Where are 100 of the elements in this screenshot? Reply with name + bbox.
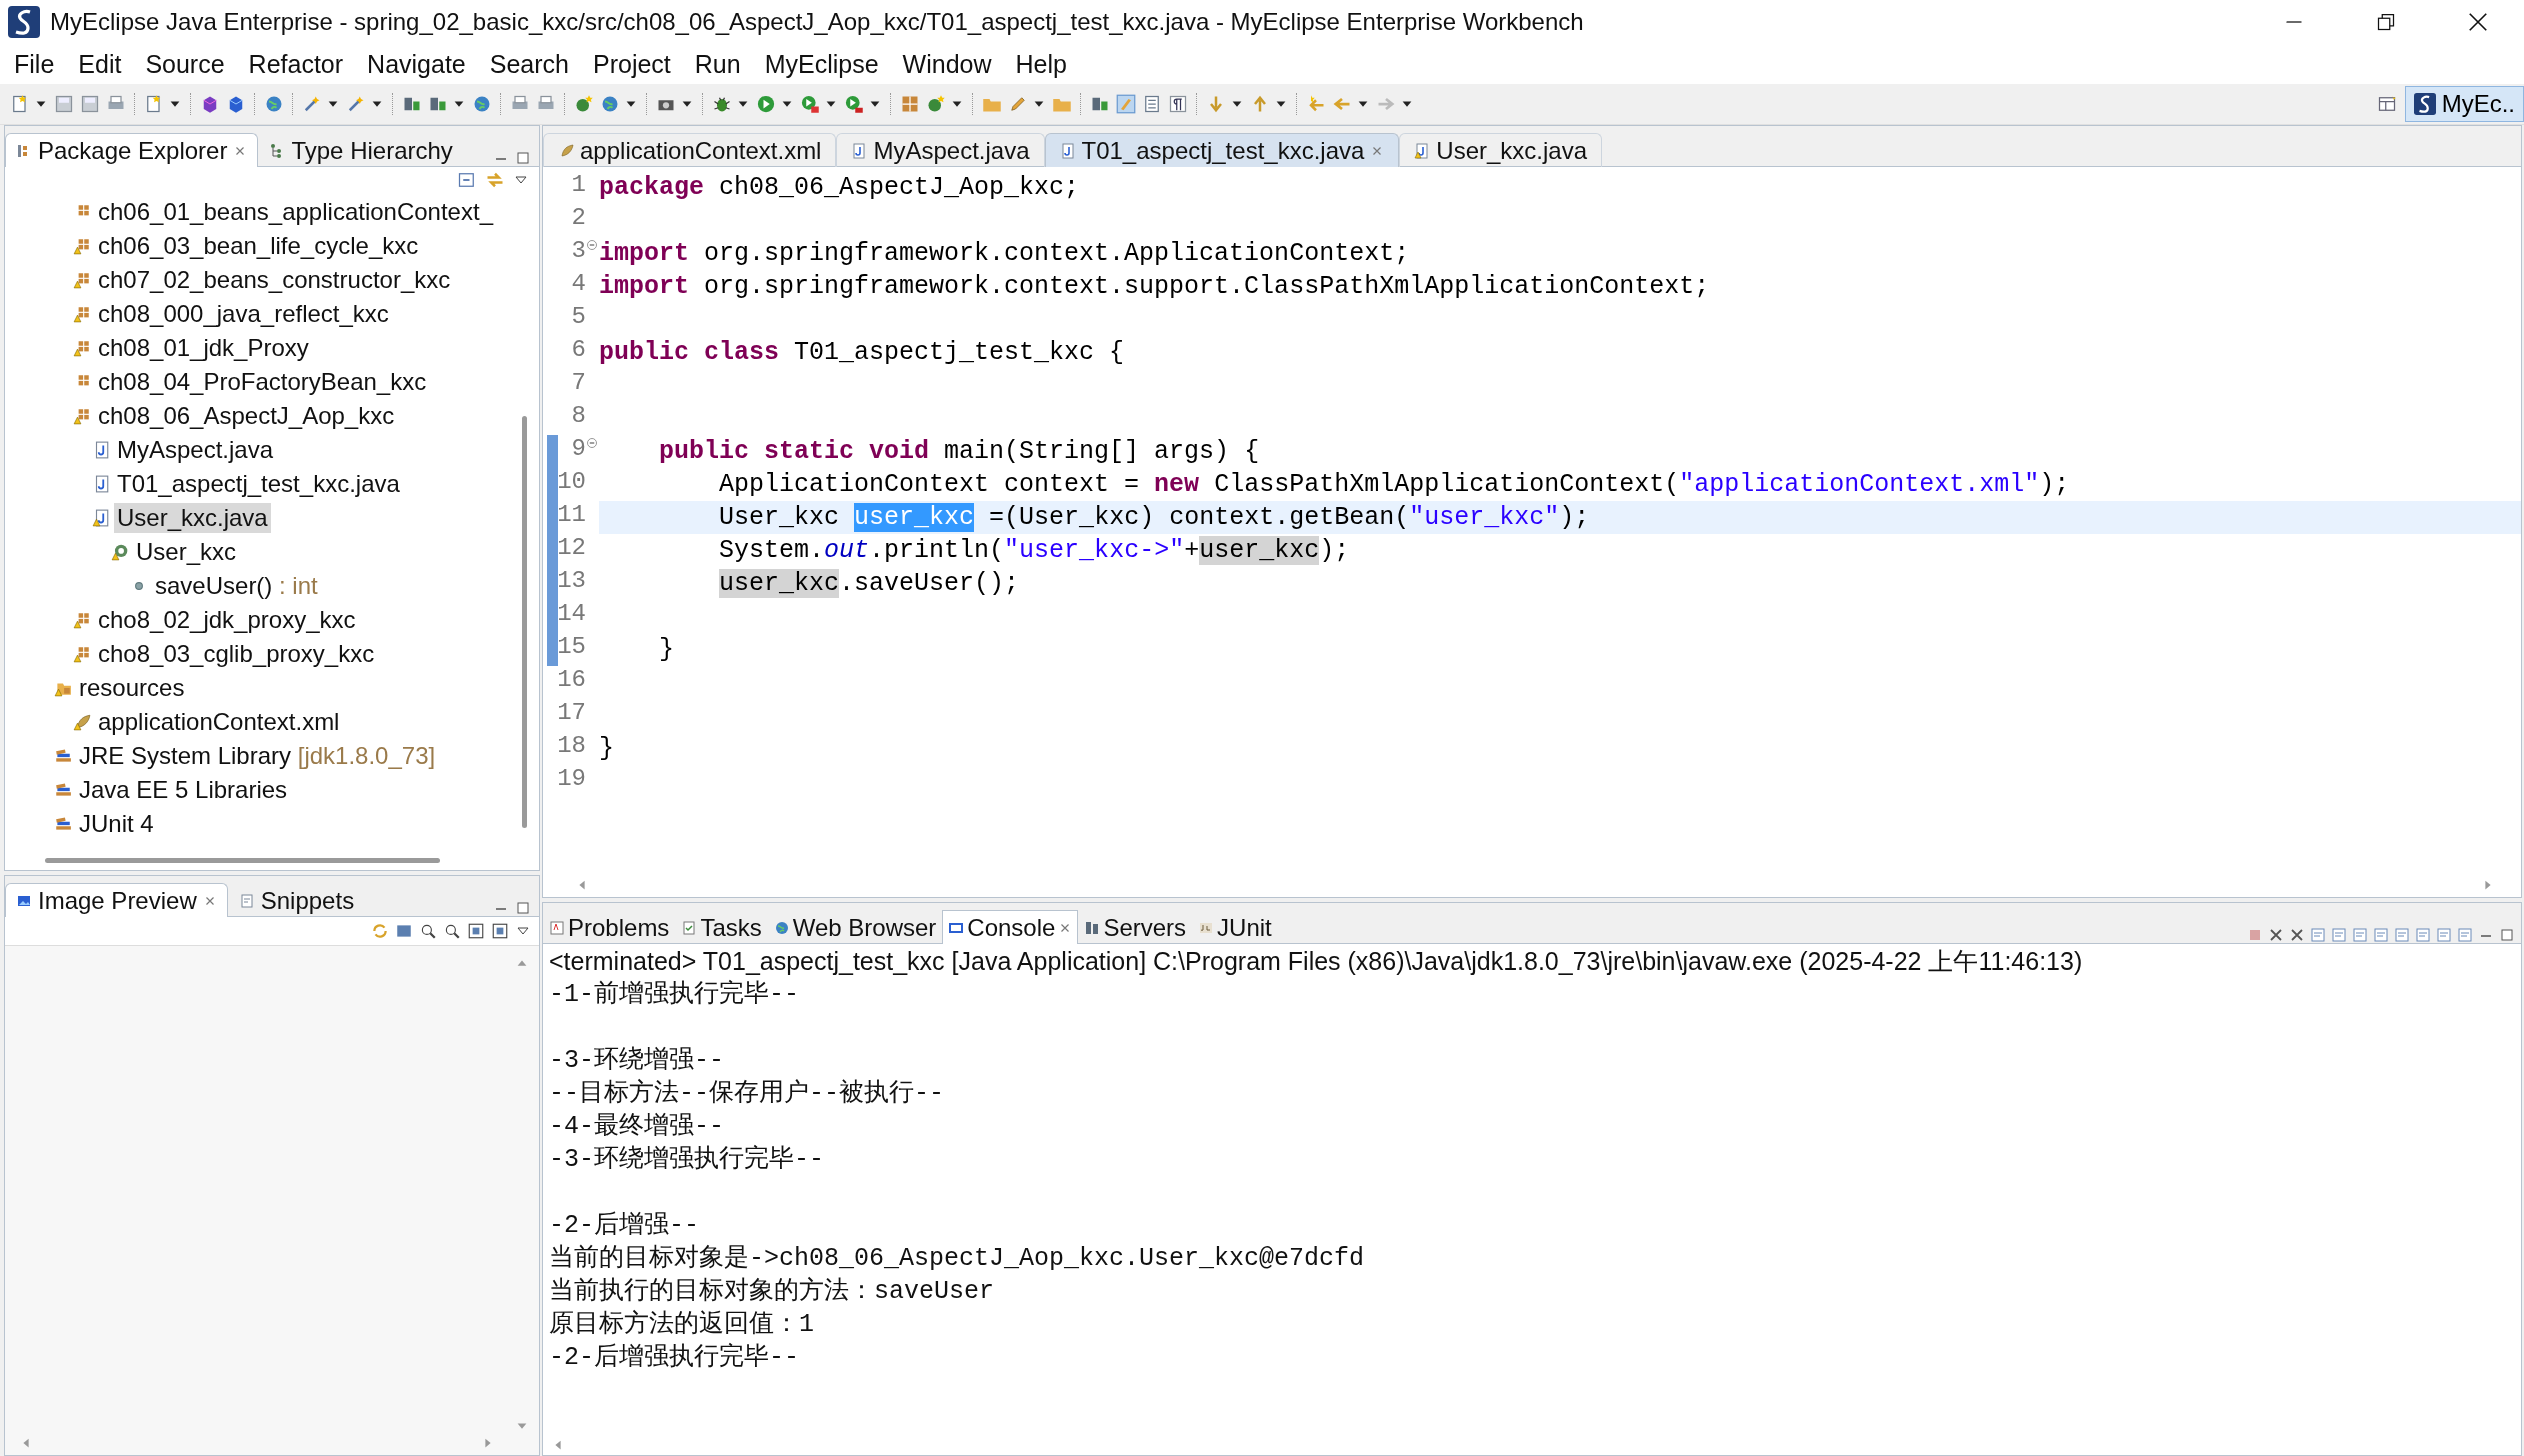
view-tab[interactable]: Type Hierarchy <box>258 133 464 167</box>
pilcrow-icon[interactable] <box>1168 94 1188 114</box>
code-line: user_kxc.saveUser(); <box>718 568 1021 600</box>
menu-item[interactable]: Refactor <box>236 49 356 79</box>
menu-item[interactable]: Navigate <box>355 49 478 79</box>
view-tab[interactable]: Console <box>942 910 1079 944</box>
menu-item[interactable]: Window <box>890 49 1004 79</box>
menu-item[interactable]: Search <box>477 49 581 79</box>
zoom-in-icon[interactable] <box>443 922 461 940</box>
tree-item[interactable]: User_kxc <box>133 537 240 567</box>
restore-icon[interactable] <box>2376 12 2396 32</box>
tree-item[interactable]: JUnit 4 <box>76 809 157 839</box>
menu-item[interactable]: File <box>2 49 67 79</box>
tree-item[interactable]: Java EE 5 Libraries <box>76 775 291 805</box>
globe-icon[interactable] <box>472 94 492 114</box>
tree-item[interactable]: applicationContext.xml <box>95 707 343 737</box>
menu-item[interactable]: Project <box>581 49 683 79</box>
view-tab[interactable]: Web Browser <box>767 910 943 944</box>
close-icon[interactable] <box>2467 11 2489 33</box>
tree-item[interactable]: cho8_02_jdk_proxy_kxc <box>95 605 359 635</box>
perspective-button[interactable]: MyEc.. <box>2404 86 2524 122</box>
code-line: package ch08_06_AspectJ_Aop_kxc; <box>599 172 1081 204</box>
external-tools-icon[interactable] <box>844 94 864 114</box>
link-icon[interactable] <box>485 170 505 190</box>
save-all-icon[interactable] <box>80 94 100 114</box>
editor-tab[interactable]: T01_aspectj_test_kxc.java <box>1044 133 1400 167</box>
menu-item[interactable]: Source <box>133 49 237 79</box>
tree-item[interactable]: JRE System Library [jdk1.8.0_73] <box>76 741 439 771</box>
tree-item[interactable]: cho8_03_cglib_proxy_kxc <box>95 639 378 669</box>
fold-icon[interactable] <box>586 239 598 251</box>
show-on-error-icon[interactable] <box>2394 927 2410 943</box>
line-number: 12 <box>556 534 586 563</box>
clear-console-icon[interactable] <box>2310 927 2326 943</box>
scroll-thumb[interactable] <box>522 416 527 828</box>
code-line: } <box>658 634 676 666</box>
run-icon[interactable] <box>756 94 776 114</box>
menu-item[interactable]: MyEclipse <box>752 49 891 79</box>
image-icon[interactable] <box>395 922 413 940</box>
refresh-icon[interactable] <box>371 922 389 940</box>
display-console-icon[interactable] <box>2436 927 2452 943</box>
menu-item[interactable]: Run <box>682 49 753 79</box>
pin-icon[interactable] <box>2415 927 2431 943</box>
collapse-all-icon[interactable] <box>457 170 477 190</box>
console-line: -3-环绕增强-- <box>549 1045 725 1077</box>
grid-icon[interactable] <box>900 94 920 114</box>
view-tab[interactable]: Snippets <box>227 883 366 917</box>
document-icon[interactable] <box>1142 94 1162 114</box>
menu-item[interactable]: Help <box>1003 49 1079 79</box>
maximize-view-icon[interactable] <box>2499 927 2515 943</box>
globe-icon[interactable] <box>600 94 620 114</box>
open-console-icon[interactable] <box>2457 927 2473 943</box>
console-line: --目标方法--保存用户--被执行-- <box>549 1078 946 1110</box>
new-class-icon[interactable] <box>926 94 946 114</box>
remove-launch-icon[interactable] <box>2268 927 2284 943</box>
fit-icon[interactable] <box>467 922 485 940</box>
console-line: -3-环绕增强执行完毕-- <box>549 1144 825 1176</box>
line-number: 7 <box>570 369 586 398</box>
tree-item[interactable]: resources <box>76 673 188 703</box>
tree-item[interactable]: T01_aspectj_test_kxc.java <box>114 469 403 499</box>
menu-item[interactable]: Edit <box>66 49 134 79</box>
wand-icon[interactable] <box>302 94 322 114</box>
word-wrap-icon[interactable] <box>2352 927 2368 943</box>
original-size-icon[interactable] <box>491 922 509 940</box>
editor-tab[interactable]: applicationContext.xml <box>543 133 837 167</box>
editor-tab[interactable]: User_kxc.java <box>1399 133 1603 167</box>
run-coverage-icon[interactable] <box>800 94 820 114</box>
editor-tab[interactable]: MyAspect.java <box>836 133 1045 167</box>
view-tab[interactable]: Servers <box>1078 910 1193 944</box>
tree-item[interactable]: ch08_06_AspectJ_Aop_kxc <box>95 401 398 431</box>
save-icon[interactable] <box>54 94 74 114</box>
open-perspective-icon[interactable] <box>2376 94 2397 114</box>
last-edit-icon[interactable] <box>1306 94 1326 114</box>
tree-item[interactable]: ch08_01_jdk_Proxy <box>95 333 312 363</box>
tree-item[interactable]: saveUser() : int <box>152 571 321 601</box>
maximize-view-icon[interactable] <box>515 900 531 916</box>
tree-item[interactable]: ch06_01_beans_applicationContext_ <box>95 197 496 227</box>
tree-item[interactable]: MyAspect.java <box>114 435 277 465</box>
remove-all-icon[interactable] <box>2289 927 2305 943</box>
scroll-thumb[interactable] <box>45 857 440 863</box>
maximize-view-icon[interactable] <box>515 150 531 166</box>
code-line: } <box>599 733 615 765</box>
globe-icon[interactable] <box>264 94 284 114</box>
show-on-output-icon[interactable] <box>2373 927 2389 943</box>
tree-item[interactable]: User_kxc.java <box>114 503 271 533</box>
view-tab[interactable]: Package Explorer <box>5 133 259 167</box>
tree-item[interactable]: ch08_04_ProFactoryBean_kxc <box>95 367 430 397</box>
tree-item[interactable]: ch08_000_java_reflect_kxc <box>95 299 392 329</box>
new-class-icon[interactable] <box>574 94 594 114</box>
view-tab[interactable]: Tasks <box>675 910 768 944</box>
fold-icon[interactable] <box>586 437 598 449</box>
tree-item[interactable]: ch06_03_bean_life_cycle_kxc <box>95 231 422 261</box>
view-tab[interactable]: Problems <box>543 910 676 944</box>
tree-item[interactable]: ch07_02_beans_constructor_kxc <box>95 265 454 295</box>
view-tab[interactable]: Image Preview <box>5 883 228 917</box>
wand-icon[interactable] <box>346 94 366 114</box>
scroll-lock-icon[interactable] <box>2331 927 2347 943</box>
view-tab[interactable]: JUnit <box>1192 910 1278 944</box>
zoom-out-icon[interactable] <box>419 922 437 940</box>
globe-icon <box>773 919 790 936</box>
code-line: ApplicationContext context = new ClassPathXmlApplicationContext("applicationContext.xml"); <box>718 469 2071 501</box>
